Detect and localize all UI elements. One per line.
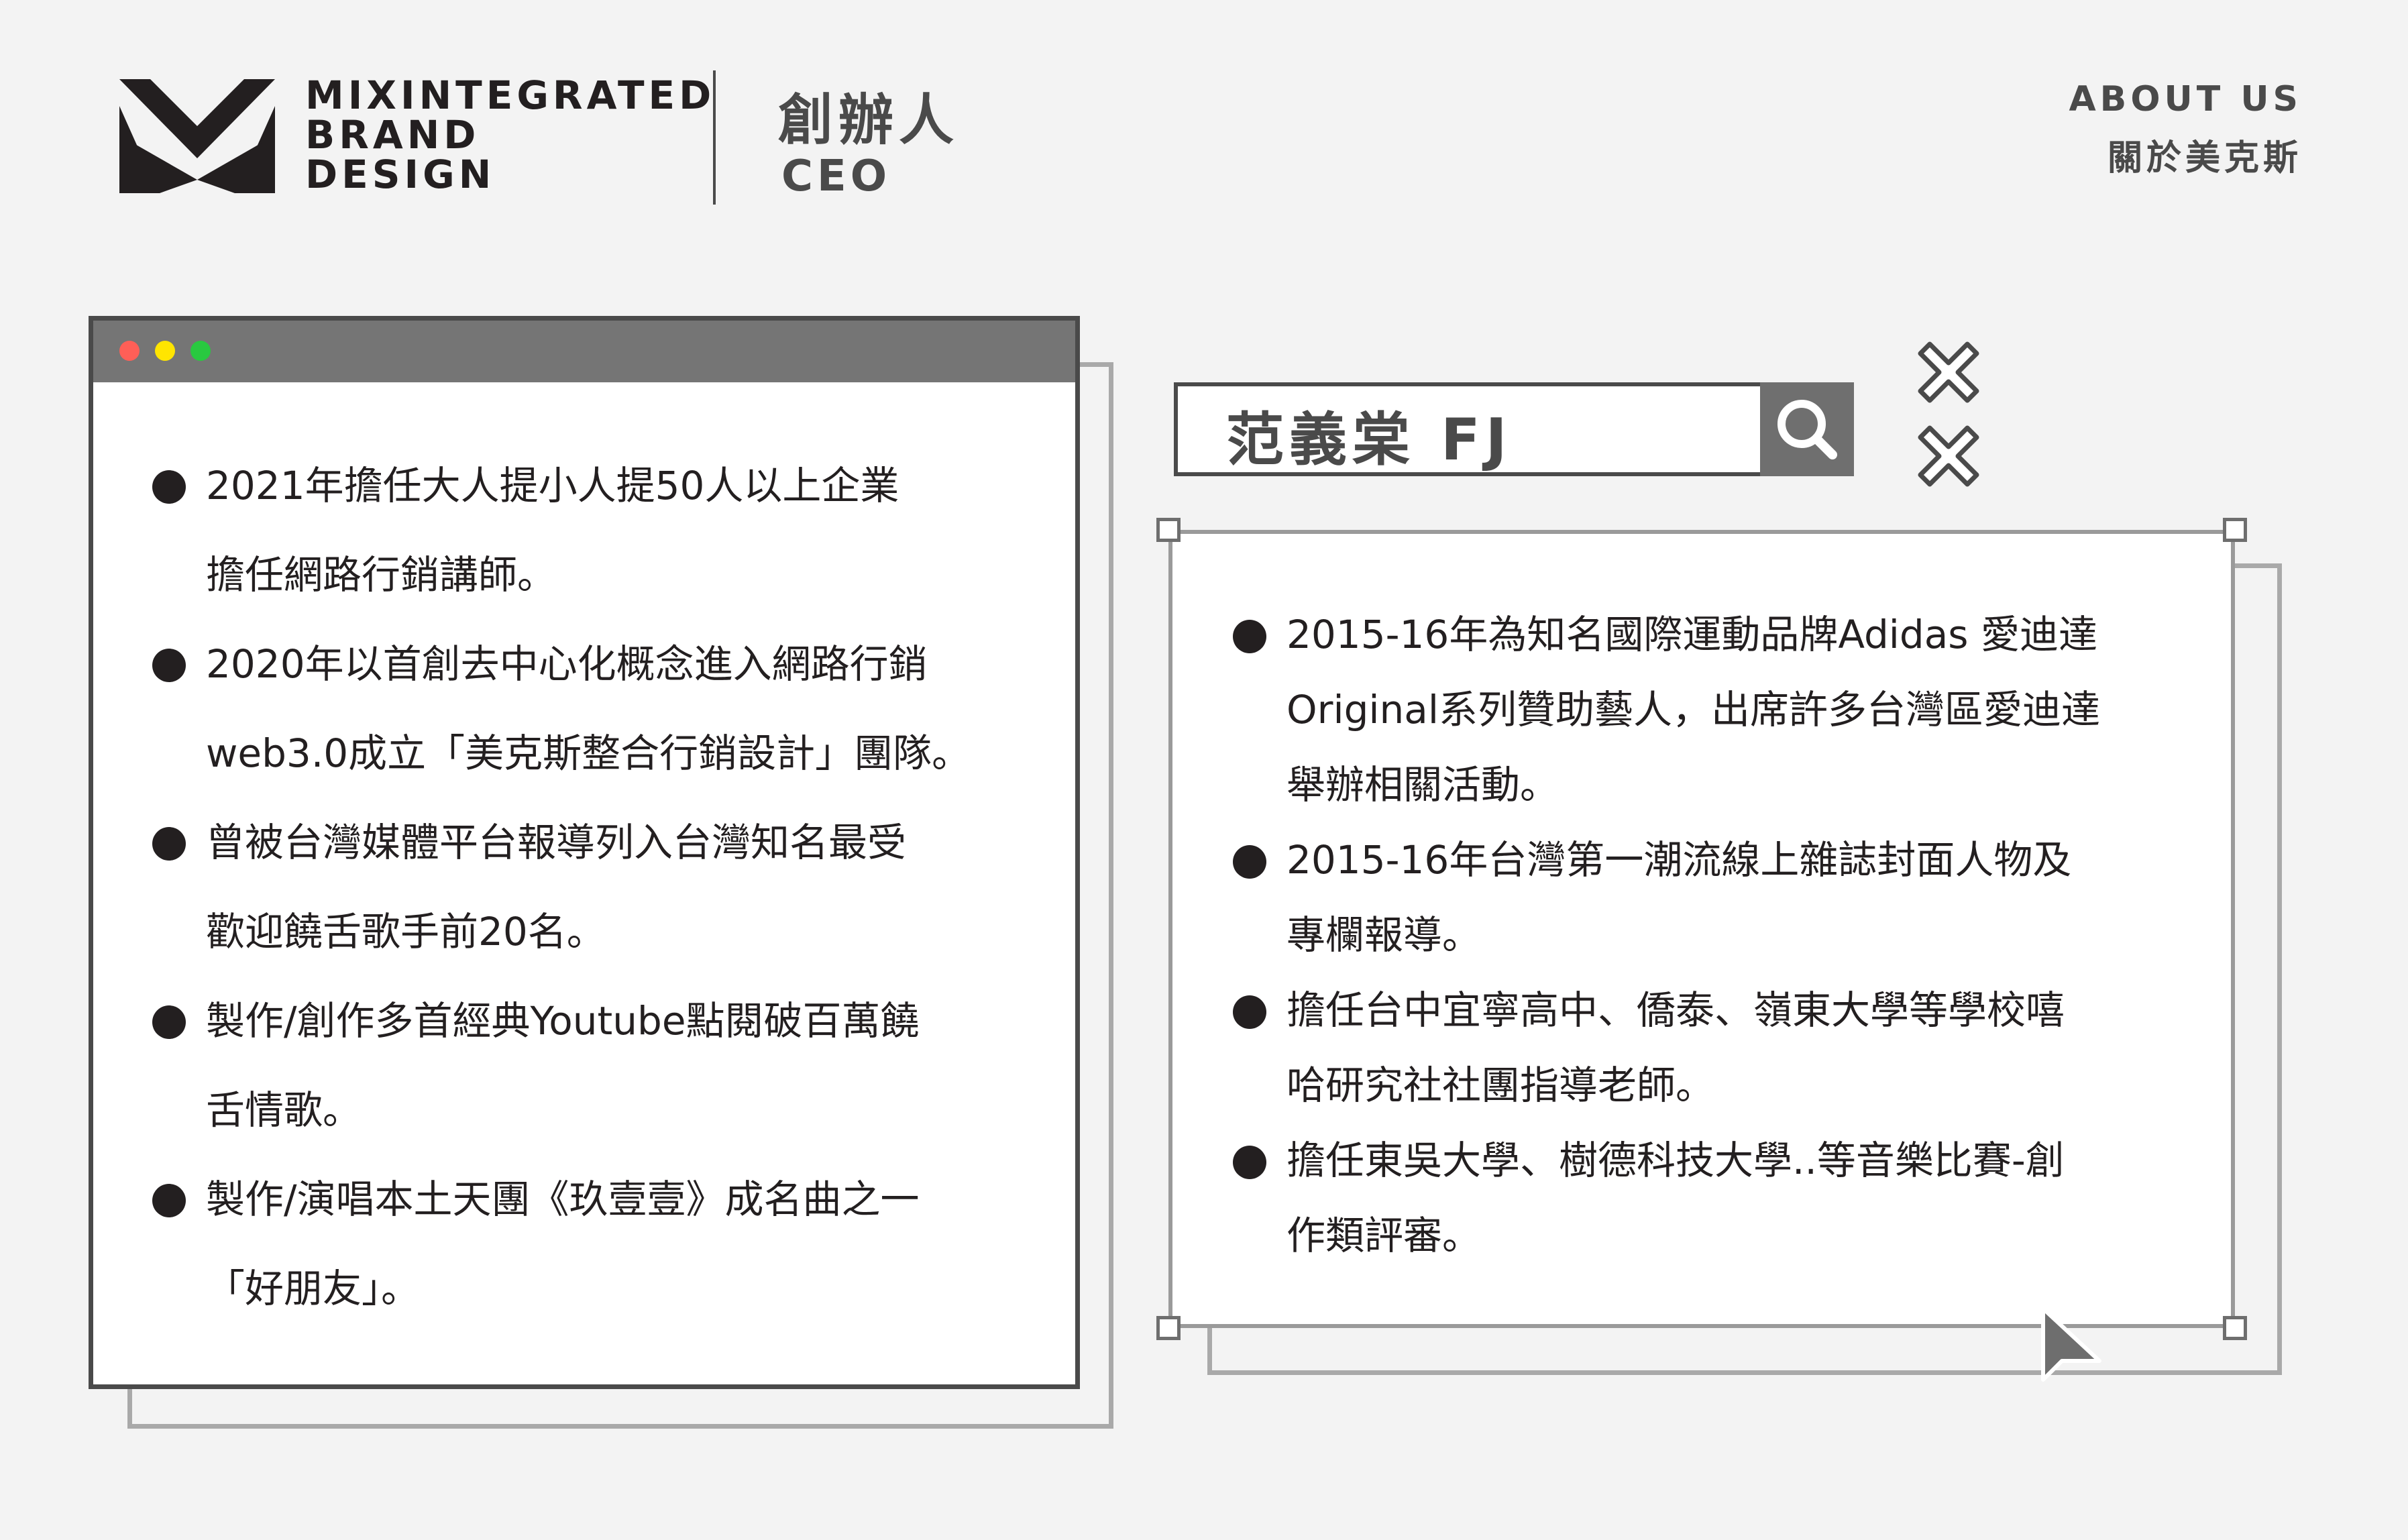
bio-list-left: 2021年擔任大人提小人提50人以上企業 擔任網路行銷講師。 2020年以首創去… — [152, 441, 1051, 1333]
list-item: 製作/演唱本土天團《玖壹壹》成名曲之一 「好朋友」。 — [152, 1155, 1051, 1333]
resize-handle-bottom-left[interactable] — [1156, 1316, 1181, 1340]
page-subtitle: CEO — [781, 152, 891, 201]
bullet-icon — [152, 470, 186, 504]
bullet-icon — [152, 649, 186, 682]
bullet-icon — [152, 1005, 186, 1039]
bullet-icon — [1233, 620, 1266, 653]
close-x-icon[interactable] — [1915, 423, 1982, 490]
close-x-icon[interactable] — [1915, 339, 1982, 406]
list-item: 擔任台中宜寧高中、僑泰、嶺東大學等學校嘻 哈研究社社團指導老師。 — [1233, 973, 2199, 1123]
list-item: 2020年以首創去中心化概念進入網路行銷 web3.0成立「美克斯整合行銷設計」… — [152, 620, 1051, 798]
bullet-icon — [1233, 1146, 1266, 1179]
header-divider — [713, 70, 716, 205]
search-input-value[interactable]: 范義棠 FJ — [1226, 392, 1513, 476]
window-maximize-dot[interactable] — [190, 341, 211, 361]
brand-logo-icon — [119, 79, 275, 193]
list-item: 製作/創作多首經典Youtube點閱破百萬饒 舌情歌。 — [152, 977, 1051, 1155]
bio-window: 2021年擔任大人提小人提50人以上企業 擔任網路行銷講師。 2020年以首創去… — [89, 316, 1080, 1389]
brand-line-1: MIXINTEGRATED — [305, 72, 716, 118]
brand-line-3: DESIGN — [305, 152, 496, 197]
bullet-icon — [152, 1184, 186, 1217]
resize-handle-bottom-right[interactable] — [2223, 1316, 2247, 1340]
window-close-dot[interactable] — [119, 341, 140, 361]
list-item: 曾被台灣媒體平台報導列入台灣知名最受 歡迎饒舌歌手前20名。 — [152, 798, 1051, 977]
nav-about-us-zh[interactable]: 關於美克斯 — [2108, 129, 2302, 180]
list-item: 擔任東吳大學、樹德科技大學..等音樂比賽-創 作類評審。 — [1233, 1123, 2199, 1273]
bio-list-right: 2015-16年為知名國際運動品牌Adidas 愛迪達 Original系列贊助… — [1233, 597, 2199, 1273]
search-button[interactable] — [1760, 382, 1854, 476]
bullet-icon — [1233, 995, 1266, 1029]
page-title: 創辦人 — [778, 89, 960, 152]
cursor-arrow-icon — [2041, 1307, 2101, 1382]
bullet-icon — [1233, 845, 1266, 879]
bullet-icon — [152, 827, 186, 861]
list-item: 2021年擔任大人提小人提50人以上企業 擔任網路行銷講師。 — [152, 441, 1051, 620]
window-titlebar — [93, 321, 1075, 382]
window-minimize-dot[interactable] — [155, 341, 175, 361]
list-item: 2015-16年台灣第一潮流線上雜誌封面人物及 專欄報導。 — [1233, 822, 2199, 973]
nav-about-us[interactable]: ABOUT US — [2069, 79, 2302, 119]
brand-wordmark: MIXINTEGRATED BRAND DESIGN — [305, 76, 715, 195]
list-item: 2015-16年為知名國際運動品牌Adidas 愛迪達 Original系列贊助… — [1233, 597, 2199, 822]
brand-line-2: BRAND — [305, 112, 480, 158]
resize-handle-top-right[interactable] — [2223, 518, 2247, 542]
search-icon — [1777, 400, 1837, 459]
resize-handle-top-left[interactable] — [1156, 518, 1181, 542]
